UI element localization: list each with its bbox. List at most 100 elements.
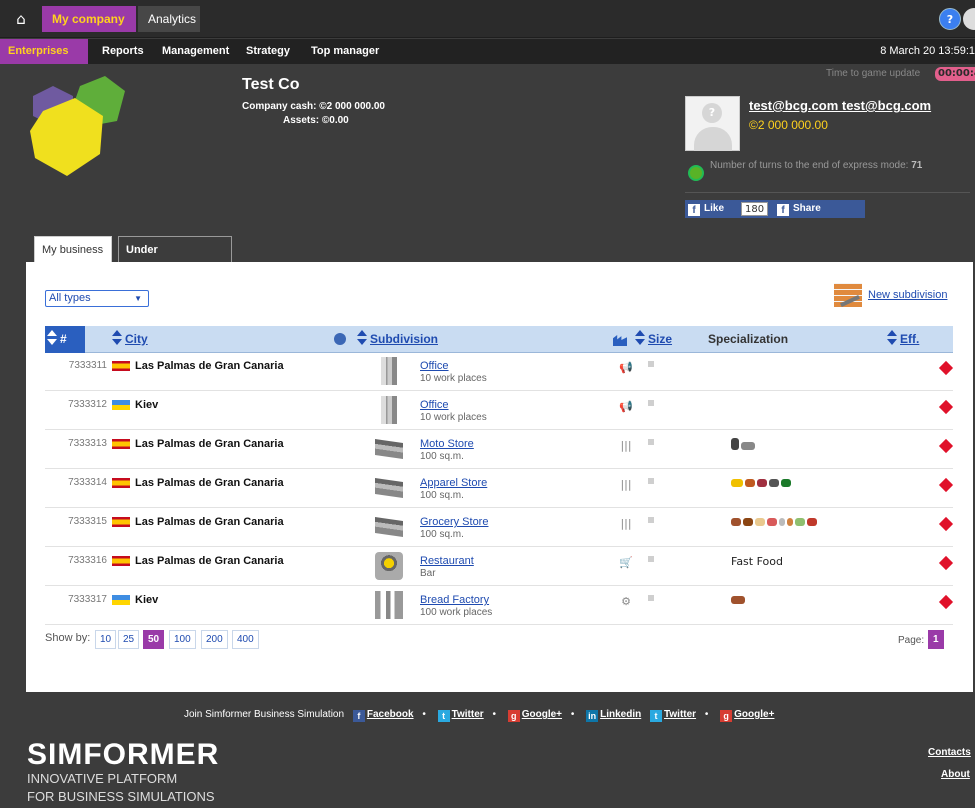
subtab-enterprises[interactable]: Enterprises <box>0 39 88 64</box>
page-size-25[interactable]: 25 <box>118 630 140 649</box>
subdivision-link[interactable]: Office <box>420 399 487 411</box>
specialization-icons <box>731 477 793 490</box>
sort-city-header[interactable]: City <box>112 326 148 353</box>
sort-size-header[interactable]: Size <box>635 326 672 353</box>
spain-flag-icon <box>112 478 130 488</box>
subtab-management[interactable]: Management <box>154 39 237 64</box>
new-subdivision-button[interactable]: New subdivision <box>834 283 954 308</box>
twitter-link-2[interactable]: Twitter <box>664 709 696 720</box>
efficiency-warning-icon <box>938 399 954 415</box>
subdivision-header-label: Subdivision <box>370 332 439 346</box>
table-row: 7333316 Las Palmas de Gran Canaria Resta… <box>45 548 954 586</box>
sort-icon <box>887 330 897 346</box>
meat-icon <box>807 518 817 526</box>
vegetables-icon <box>795 518 805 526</box>
motorcycle-icon <box>741 442 755 450</box>
linkedin-link[interactable]: Linkedin <box>600 709 641 720</box>
top-navbar: ⌂ My company Analytics ? <box>0 0 975 38</box>
company-header: Test Co Company cash: ©2 000 000.00 Asse… <box>0 64 975 239</box>
tagline-line-2: FOR BUSINESS SIMULATIONS <box>27 789 215 804</box>
sort-icon <box>635 330 645 346</box>
contacts-link[interactable]: Contacts <box>928 747 971 758</box>
sort-eff-header[interactable]: Eff. <box>887 326 919 353</box>
tab-under-construction[interactable]: Under construction <box>118 236 232 282</box>
subdivision-link[interactable]: Restaurant <box>420 555 474 567</box>
size-header-label: Size <box>648 332 673 346</box>
subtab-reports[interactable]: Reports <box>94 39 152 64</box>
sort-subdivision-header[interactable]: Subdivision <box>357 326 438 353</box>
subdivision-link[interactable]: Grocery Store <box>420 516 488 528</box>
about-link[interactable]: About <box>941 769 970 780</box>
avatar[interactable]: ? <box>685 96 740 151</box>
size-indicator <box>648 595 654 601</box>
size-indicator <box>648 517 654 523</box>
tab-my-business[interactable]: My business <box>34 236 112 263</box>
efficiency-warning-icon <box>938 516 954 532</box>
row-id: 7333315 <box>68 516 107 527</box>
table-header: # City Subdivision Size Specialization E… <box>45 326 953 353</box>
user-cash: ©2 000 000.00 <box>749 118 828 132</box>
sub-navbar: Enterprises Reports Management Strategy … <box>0 39 975 64</box>
size-indicator <box>648 400 654 406</box>
page-size-400[interactable]: 400 <box>232 630 259 649</box>
subdivision-link[interactable]: Bread Factory <box>420 594 492 606</box>
twitter-link[interactable]: Twitter <box>452 709 484 720</box>
size-indicator <box>648 478 654 484</box>
page-label: Page: <box>898 635 925 646</box>
subdivision-link[interactable]: Office <box>420 360 487 372</box>
row-id: 7333311 <box>68 360 107 371</box>
efficiency-warning-icon <box>938 438 954 454</box>
subtab-strategy[interactable]: Strategy <box>238 39 298 64</box>
page-size-50[interactable]: 50 <box>143 630 165 649</box>
sort-id-header[interactable]: # <box>45 326 85 353</box>
google-plus-link-2[interactable]: Google+ <box>734 709 774 720</box>
store-icon <box>375 439 403 459</box>
help-icon[interactable]: ? <box>939 8 961 30</box>
ukraine-flag-icon <box>112 595 130 605</box>
row-id: 7333313 <box>68 438 107 449</box>
facebook-link[interactable]: Facebook <box>367 709 414 720</box>
user-profile-link[interactable]: test@bcg.com test@bcg.com <box>749 98 931 113</box>
avatar-silhouette <box>694 127 732 151</box>
simformer-logo[interactable]: SIMFORMER <box>27 738 219 772</box>
factory-building-icon <box>375 591 403 619</box>
row-id: 7333316 <box>68 555 107 566</box>
home-icon[interactable]: ⌂ <box>8 8 34 30</box>
subdivision-link[interactable]: Moto Store <box>420 438 474 450</box>
page-size-100[interactable]: 100 <box>169 630 196 649</box>
settings-icon[interactable] <box>963 8 975 30</box>
google-plus-link[interactable]: Google+ <box>522 709 562 720</box>
subdivision-desc: 100 work places <box>420 607 493 618</box>
bag-icon <box>757 479 767 487</box>
separator-dot: • <box>492 709 496 720</box>
subdivision-link[interactable]: Apparel Store <box>420 477 487 489</box>
new-subdivision-link[interactable]: New subdivision <box>868 289 947 301</box>
candy-icon <box>767 518 777 526</box>
factory-icon <box>613 335 627 346</box>
business-panel: All types ▼ New subdivision # City Subdi… <box>26 262 973 692</box>
store-icon <box>375 478 403 498</box>
spain-flag-icon <box>112 517 130 527</box>
row-city: Kiev <box>135 594 159 606</box>
bow-icon <box>769 479 779 487</box>
specialization-icons <box>731 516 819 529</box>
spain-flag-icon <box>112 556 130 566</box>
page-size-200[interactable]: 200 <box>201 630 228 649</box>
datetime: 8 March 20 13:59:1 <box>880 45 975 57</box>
specialization-header: Specialization <box>708 332 789 346</box>
tab-my-company[interactable]: My company <box>42 6 136 32</box>
page-size-10[interactable]: 10 <box>95 630 117 649</box>
fb-like-button[interactable]: f Like <box>685 200 724 218</box>
subtab-top-manager[interactable]: Top manager <box>303 39 387 64</box>
restaurant-icon <box>375 552 403 580</box>
spain-flag-icon <box>112 439 130 449</box>
fb-like-label: Like <box>704 203 725 214</box>
page-1-button[interactable]: 1 <box>928 630 944 649</box>
row-city: Las Palmas de Gran Canaria <box>135 555 284 567</box>
row-city: Kiev <box>135 399 159 411</box>
efficiency-warning-icon <box>938 594 954 610</box>
type-filter-select[interactable]: All types ▼ <box>45 290 149 307</box>
fb-share-button[interactable]: f Share <box>777 200 821 218</box>
tab-analytics[interactable]: Analytics <box>138 6 200 32</box>
company-assets: Assets: ©0.00 <box>283 115 349 126</box>
